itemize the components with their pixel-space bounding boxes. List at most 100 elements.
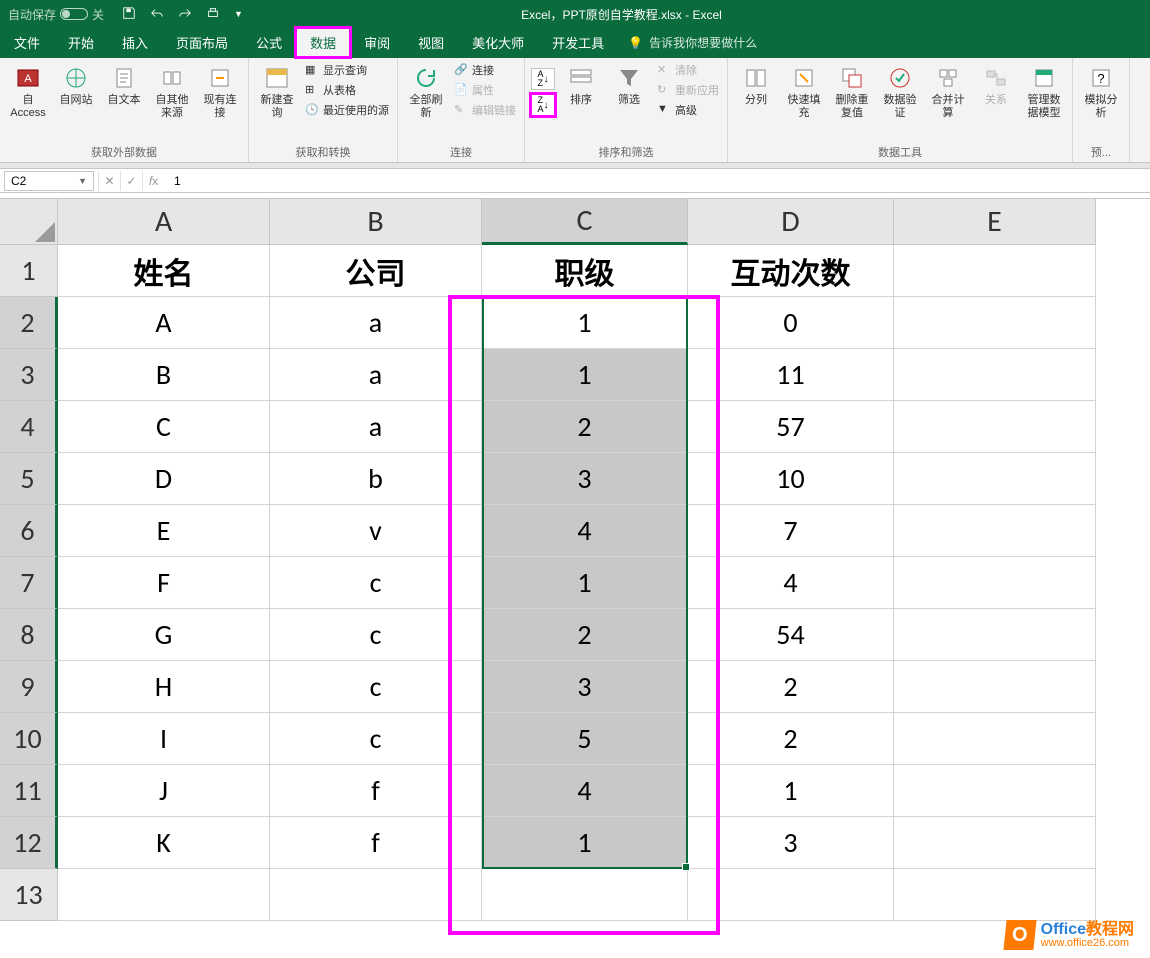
cell[interactable] <box>894 505 1096 557</box>
cell[interactable]: H <box>58 661 270 713</box>
data-validation-button[interactable]: 数据验证 <box>878 62 922 122</box>
cancel-formula-button[interactable]: ✕ <box>98 171 120 191</box>
show-queries-button[interactable]: ▦显示查询 <box>303 62 391 78</box>
cell[interactable] <box>482 869 688 921</box>
menu-layout[interactable]: 页面布局 <box>162 28 242 57</box>
remove-duplicates-button[interactable]: 删除重复值 <box>830 62 874 122</box>
name-box[interactable]: C2 ▼ <box>4 171 94 191</box>
cell[interactable]: b <box>270 453 482 505</box>
row-header[interactable]: 11 <box>0 765 58 817</box>
cell[interactable]: B <box>58 349 270 401</box>
col-header-D[interactable]: D <box>688 199 894 245</box>
cell[interactable]: 2 <box>482 401 688 453</box>
sort-asc-button[interactable]: AZ↓ <box>531 68 555 90</box>
cell[interactable]: C <box>58 401 270 453</box>
cell[interactable] <box>894 765 1096 817</box>
cell[interactable]: 姓名 <box>58 245 270 297</box>
cell[interactable]: F <box>58 557 270 609</box>
cell[interactable]: G <box>58 609 270 661</box>
save-icon[interactable] <box>122 6 136 23</box>
cell[interactable]: c <box>270 609 482 661</box>
menu-insert[interactable]: 插入 <box>108 28 162 57</box>
cell[interactable]: 职级 <box>482 245 688 297</box>
select-all-triangle[interactable] <box>0 199 58 245</box>
consolidate-button[interactable]: 合并计算 <box>926 62 970 122</box>
cell[interactable]: 3 <box>482 661 688 713</box>
row-header[interactable]: 6 <box>0 505 58 557</box>
cell[interactable] <box>894 869 1096 921</box>
accept-formula-button[interactable]: ✓ <box>120 171 142 191</box>
col-header-C[interactable]: C <box>482 199 688 245</box>
qat-dropdown-icon[interactable]: ▼ <box>234 9 243 19</box>
cell[interactable] <box>270 869 482 921</box>
row-header[interactable]: 2 <box>0 297 58 349</box>
existing-conn-button[interactable]: 现有连接 <box>198 62 242 122</box>
from-table-button[interactable]: ⊞从表格 <box>303 82 391 98</box>
menu-file[interactable]: 文件 <box>0 28 54 57</box>
cell[interactable]: 4 <box>482 505 688 557</box>
cell[interactable]: 1 <box>688 765 894 817</box>
cell[interactable]: 7 <box>688 505 894 557</box>
data-model-button[interactable]: 管理数据模型 <box>1022 62 1066 122</box>
cell[interactable]: A <box>58 297 270 349</box>
row-header[interactable]: 3 <box>0 349 58 401</box>
cell[interactable]: 4 <box>688 557 894 609</box>
undo-icon[interactable] <box>150 6 164 23</box>
recent-sources-button[interactable]: 🕓最近使用的源 <box>303 102 391 118</box>
cell[interactable] <box>58 869 270 921</box>
cell[interactable]: I <box>58 713 270 765</box>
sort-button[interactable]: 排序 <box>559 62 603 109</box>
row-header[interactable]: 13 <box>0 869 58 921</box>
cell[interactable] <box>894 245 1096 297</box>
new-query-button[interactable]: 新建查询 <box>255 62 299 122</box>
cell[interactable]: 公司 <box>270 245 482 297</box>
cell[interactable] <box>894 609 1096 661</box>
cell[interactable]: 互动次数 <box>688 245 894 297</box>
redo-icon[interactable] <box>178 6 192 23</box>
cell[interactable]: 1 <box>482 297 688 349</box>
advanced-button[interactable]: ▼高级 <box>655 102 721 118</box>
sort-desc-button[interactable]: ZA↓ <box>531 94 555 116</box>
autosave-toggle[interactable]: 自动保存 关 <box>0 6 112 23</box>
cell[interactable] <box>894 401 1096 453</box>
cell[interactable]: 0 <box>688 297 894 349</box>
cell[interactable]: 1 <box>482 557 688 609</box>
row-header[interactable]: 8 <box>0 609 58 661</box>
refresh-all-button[interactable]: 全部刷新 <box>404 62 448 122</box>
cell[interactable]: 2 <box>482 609 688 661</box>
row-header[interactable]: 10 <box>0 713 58 765</box>
cell[interactable]: 57 <box>688 401 894 453</box>
from-access-button[interactable]: A自 Access <box>6 62 50 122</box>
from-text-button[interactable]: 自文本 <box>102 62 146 109</box>
menu-view[interactable]: 视图 <box>404 28 458 57</box>
menu-home[interactable]: 开始 <box>54 28 108 57</box>
cell[interactable]: f <box>270 817 482 869</box>
worksheet[interactable]: A B C D E 1 姓名 公司 职级 互动次数 2Aa103Ba1114Ca… <box>0 199 1150 921</box>
cell[interactable]: a <box>270 297 482 349</box>
chevron-down-icon[interactable]: ▼ <box>78 176 87 186</box>
cell[interactable]: 2 <box>688 661 894 713</box>
cell[interactable] <box>894 453 1096 505</box>
from-other-button[interactable]: 自其他来源 <box>150 62 194 122</box>
cell[interactable] <box>894 349 1096 401</box>
print-icon[interactable] <box>206 6 220 23</box>
row-header[interactable]: 12 <box>0 817 58 869</box>
cell[interactable]: c <box>270 713 482 765</box>
cell[interactable]: 11 <box>688 349 894 401</box>
filter-button[interactable]: 筛选 <box>607 62 651 109</box>
col-header-B[interactable]: B <box>270 199 482 245</box>
cell[interactable]: 1 <box>482 349 688 401</box>
flash-fill-button[interactable]: 快速填充 <box>782 62 826 122</box>
cell[interactable]: a <box>270 401 482 453</box>
row-header[interactable]: 9 <box>0 661 58 713</box>
menu-formulas[interactable]: 公式 <box>242 28 296 57</box>
cell[interactable]: E <box>58 505 270 557</box>
tell-me-search[interactable]: 💡 告诉我你想要做什么 <box>618 28 767 57</box>
formula-input[interactable]: 1 <box>168 174 1150 188</box>
text-to-columns-button[interactable]: 分列 <box>734 62 778 109</box>
cell[interactable] <box>688 869 894 921</box>
cell[interactable]: 3 <box>688 817 894 869</box>
cell[interactable]: D <box>58 453 270 505</box>
cell[interactable]: 3 <box>482 453 688 505</box>
row-header[interactable]: 4 <box>0 401 58 453</box>
